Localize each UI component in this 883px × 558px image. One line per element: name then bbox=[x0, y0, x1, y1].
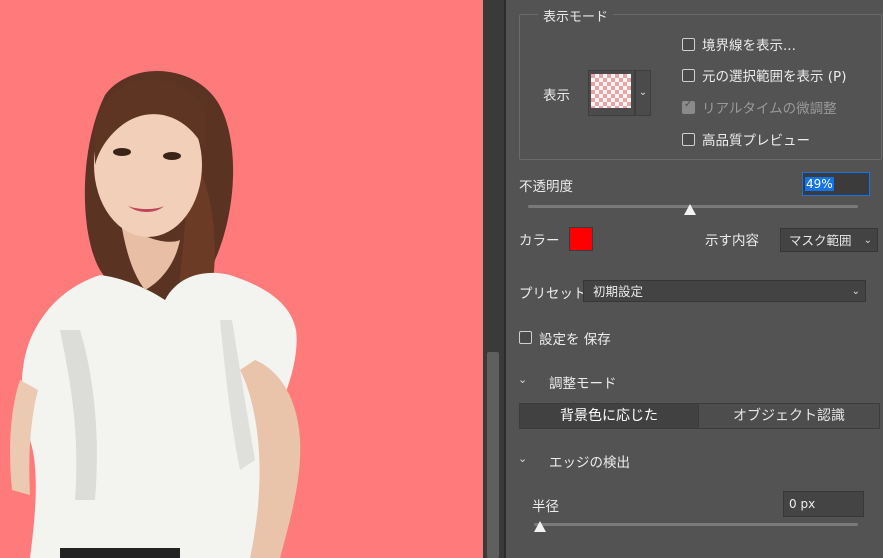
view-label: 表示 bbox=[543, 88, 570, 104]
show-original-checkbox[interactable] bbox=[682, 69, 695, 82]
subject-photo bbox=[10, 71, 301, 558]
radius-label: 半径 bbox=[532, 499, 559, 515]
show-original-label: 元の選択範囲を表示 (P) bbox=[702, 69, 847, 85]
color-swatch[interactable] bbox=[569, 227, 593, 251]
adjust-mode-object-aware[interactable]: オブジェクト認識 bbox=[698, 403, 880, 429]
show-content-dropdown[interactable]: マスク範囲 ⌄ bbox=[780, 228, 878, 252]
preset-dropdown[interactable]: 初期設定 ⌄ bbox=[583, 280, 866, 302]
edge-detection-title[interactable]: エッジの検出 bbox=[549, 451, 630, 471]
adjust-mode-title[interactable]: 調整モード bbox=[549, 372, 617, 392]
save-settings-checkbox[interactable] bbox=[519, 331, 532, 344]
show-content-value: マスク範囲 bbox=[789, 233, 852, 248]
opacity-value: 49% bbox=[805, 177, 834, 191]
show-edge-checkbox[interactable] bbox=[682, 38, 695, 51]
properties-panel: 表示モード 表示 ⌄ 境界線を表示... 元の選択範囲を表示 (P) リアルタイ… bbox=[506, 0, 883, 558]
high-quality-preview-label: 高品質プレビュー bbox=[702, 133, 810, 149]
realtime-refine-checkbox bbox=[682, 99, 695, 114]
preset-label: プリセット bbox=[519, 286, 587, 302]
save-settings-label: 設定を 保存 bbox=[539, 332, 611, 348]
collapse-chevron-icon[interactable]: ⌄ bbox=[518, 373, 527, 386]
chevron-down-icon: ⌄ bbox=[851, 286, 860, 297]
view-mode-thumbnail bbox=[591, 74, 631, 108]
chevron-down-icon: ⌄ bbox=[863, 235, 872, 246]
adjust-mode-color-aware[interactable]: 背景色に応じた bbox=[519, 403, 699, 429]
view-mode-preview-button[interactable] bbox=[588, 70, 635, 116]
opacity-slider-handle[interactable] bbox=[683, 204, 696, 215]
show-content-label: 示す内容 bbox=[705, 233, 759, 249]
radius-value: 0 px bbox=[789, 497, 816, 511]
collapse-chevron-icon[interactable]: ⌄ bbox=[518, 452, 527, 465]
opacity-input[interactable]: 49% bbox=[802, 172, 870, 196]
radius-input[interactable]: 0 px bbox=[783, 491, 864, 517]
canvas-scrollbar-thumb[interactable] bbox=[487, 352, 499, 558]
radius-slider-handle[interactable] bbox=[534, 521, 546, 532]
show-edge-label: 境界線を表示... bbox=[702, 38, 796, 54]
high-quality-preview-checkbox[interactable] bbox=[682, 133, 695, 146]
view-mode-title: 表示モード bbox=[538, 6, 614, 25]
radius-slider-track[interactable] bbox=[534, 523, 858, 526]
canvas-preview[interactable] bbox=[0, 0, 483, 558]
opacity-label: 不透明度 bbox=[519, 179, 573, 195]
preset-value: 初期設定 bbox=[593, 284, 644, 299]
realtime-refine-label: リアルタイムの微調整 bbox=[702, 101, 837, 117]
view-mode-group bbox=[519, 14, 882, 160]
color-label: カラー bbox=[519, 233, 560, 249]
chevron-down-icon[interactable]: ⌄ bbox=[635, 70, 651, 116]
